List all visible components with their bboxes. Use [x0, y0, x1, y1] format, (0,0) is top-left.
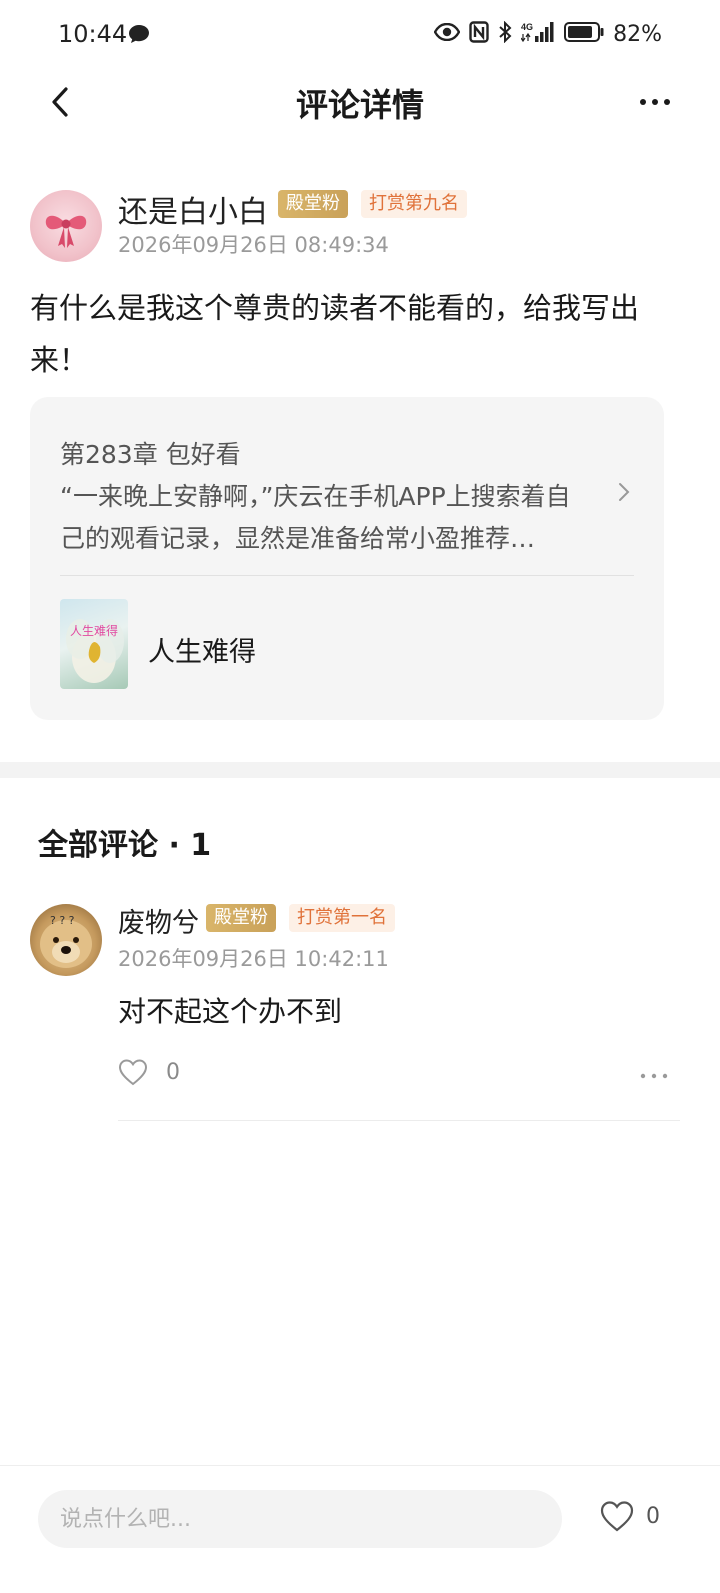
reply-like-button[interactable]: 0 [118, 1058, 180, 1086]
status-bar: 10:44 4G 82% [0, 0, 720, 70]
chat-bubble-icon [128, 24, 150, 48]
chapter-excerpt: “一来晚上安静啊，”庆云在手机APP上搜索着自己的观看记录，显然是准备给常小盈推… [60, 482, 571, 553]
status-time: 10:44 [58, 20, 128, 48]
reply-username[interactable]: 废物兮 [118, 901, 199, 940]
dog-face-icon: ? ? ? [40, 914, 92, 968]
section-separator [0, 762, 720, 778]
comment-input[interactable] [38, 1490, 562, 1548]
svg-text:? ? ?: ? ? ? [50, 914, 75, 927]
main-comment-text: 有什么是我这个尊贵的读者不能看的，给我写出来！ [30, 291, 640, 377]
bottom-comment-bar: 0 [0, 1465, 720, 1593]
card-divider [60, 575, 634, 576]
reply-like-count: 0 [166, 1059, 180, 1085]
book-name: 人生难得 [148, 637, 256, 668]
main-comment-timestamp: 2026年09月26日 08:49:34 [118, 233, 389, 257]
reply-timestamp: 2026年09月26日 10:42:11 [118, 947, 389, 971]
main-comment-username[interactable]: 还是白小白 [118, 187, 268, 231]
reward-rank-badge: 打赏第九名 [361, 190, 467, 218]
main-comment-avatar[interactable] [30, 190, 102, 262]
reply-fan-badge: 殿堂粉 [206, 904, 276, 932]
battery-icon [564, 22, 604, 46]
fan-badge: 殿堂粉 [278, 190, 348, 218]
signal-4g-icon: 4G [520, 21, 555, 47]
more-horizontal-icon [640, 1073, 668, 1079]
page-title: 评论详情 [295, 86, 424, 124]
more-options-button[interactable] [630, 80, 680, 124]
battery-percentage: 82% [613, 21, 662, 47]
reply-divider [118, 1120, 680, 1121]
nfc-icon [469, 21, 489, 47]
reply-reward-rank-badge: 打赏第一名 [289, 904, 395, 932]
status-icons: 4G 82% [433, 20, 662, 47]
book-cover-image[interactable]: 人生难得 [60, 599, 128, 689]
reply-avatar[interactable]: ? ? ? [30, 904, 102, 976]
heart-icon [600, 1501, 634, 1532]
svg-text:4G: 4G [521, 22, 533, 32]
more-horizontal-icon [640, 99, 670, 105]
nav-header: 评论详情 [0, 70, 720, 134]
eye-icon [433, 22, 461, 45]
like-count: 0 [646, 1503, 660, 1529]
bluetooth-icon [498, 20, 512, 47]
like-button[interactable]: 0 [600, 1500, 660, 1532]
all-comments-title: 全部评论 · 1 [38, 828, 212, 863]
chapter-title: 第283章 包好看 [60, 440, 241, 469]
reply-more-button[interactable] [634, 1062, 674, 1090]
bow-icon [45, 215, 87, 248]
chevron-right-icon [618, 482, 630, 506]
chapter-quote-card[interactable]: 第283章 包好看 “一来晚上安静啊，”庆云在手机APP上搜索着自己的观看记录，… [30, 397, 664, 720]
heart-icon [118, 1059, 148, 1086]
reply-text: 对不起这个办不到 [118, 995, 343, 1028]
book-cover-text: 人生难得 [70, 623, 118, 638]
